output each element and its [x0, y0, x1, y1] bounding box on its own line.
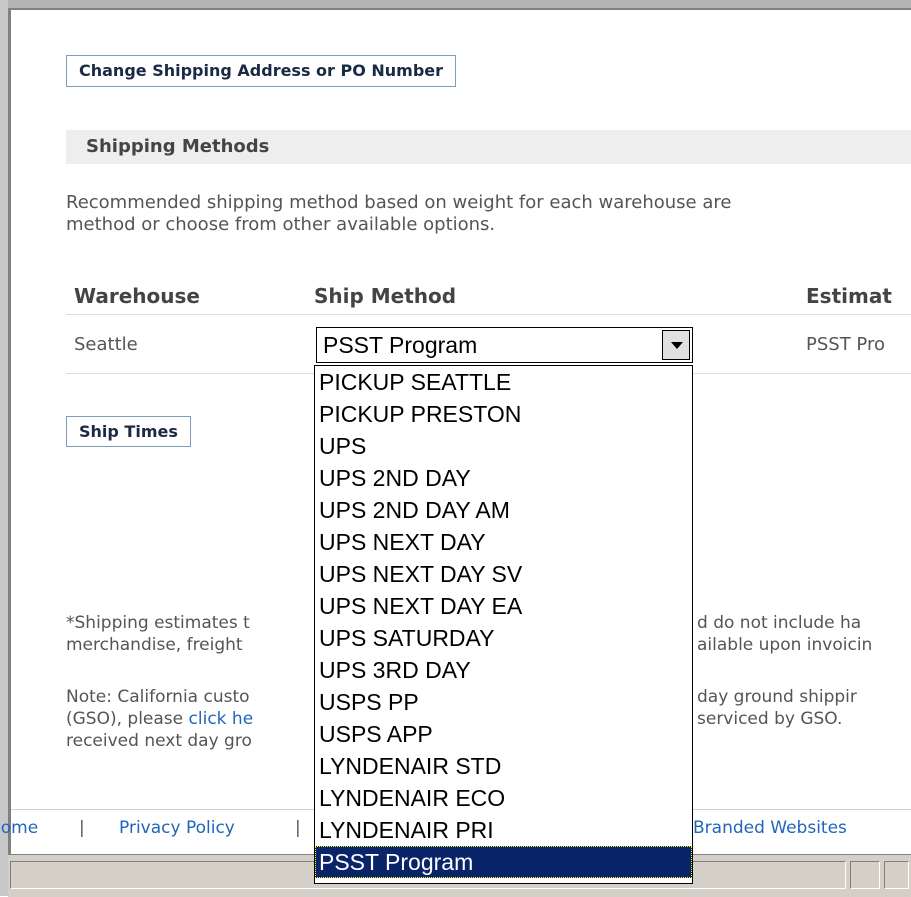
footer-home-link[interactable]: Home: [0, 818, 38, 838]
california-note-line-2: (GSO), please click he: [66, 708, 253, 730]
window-frame-left: [0, 0, 8, 896]
dropdown-option[interactable]: PICKUP SEATTLE: [315, 366, 692, 398]
section-title: Shipping Methods: [86, 136, 270, 157]
separator: |: [295, 818, 301, 838]
column-header-ship-method: Ship Method: [314, 284, 457, 308]
california-note-line-2-right: serviced by GSO.: [697, 709, 843, 729]
dropdown-option[interactable]: PICKUP PRESTON: [315, 398, 692, 430]
description-line-2: method or choose from other available op…: [66, 214, 496, 235]
warehouse-cell: Seattle: [74, 334, 138, 355]
status-pane-small-2: [884, 861, 909, 889]
dropdown-option[interactable]: UPS SATURDAY: [315, 622, 692, 654]
shipping-note-line-2: merchandise, freight: [66, 635, 243, 655]
column-header-warehouse: Warehouse: [74, 284, 200, 308]
home-link-text[interactable]: Home: [0, 818, 38, 838]
footer-privacy-link[interactable]: Privacy Policy: [119, 818, 235, 838]
dropdown-option[interactable]: USPS APP: [315, 718, 692, 750]
california-note-line-1: Note: California custo: [66, 687, 250, 707]
california-note-line-1-right: day ground shippir: [697, 687, 857, 707]
footer-separator-1: |: [79, 818, 85, 838]
footer-branded-websites-link[interactable]: Branded Websites: [693, 818, 847, 838]
section-header: Shipping Methods: [66, 130, 911, 164]
dropdown-option[interactable]: UPS 3RD DAY: [315, 654, 692, 686]
footer-separator-2: |: [295, 818, 301, 838]
ship-method-dropdown-list[interactable]: PICKUP SEATTLE PICKUP PRESTON UPS UPS 2ND D…: [314, 365, 693, 884]
privacy-link-text[interactable]: Privacy Policy: [119, 818, 235, 838]
dropdown-option[interactable]: LYNDENAIR PRI: [315, 814, 692, 846]
shipping-note-line-1: *Shipping estimates t: [66, 613, 250, 633]
california-note-text: (GSO), please: [66, 709, 184, 729]
dropdown-option[interactable]: UPS NEXT DAY: [315, 526, 692, 558]
column-header-estimate: Estimat: [806, 284, 892, 308]
header-divider: [66, 314, 911, 315]
separator: |: [79, 818, 85, 838]
section-description: Recommended shipping method based on wei…: [66, 192, 731, 236]
dropdown-option[interactable]: UPS 2ND DAY AM: [315, 494, 692, 526]
dropdown-option[interactable]: LYNDENAIR STD: [315, 750, 692, 782]
shipping-note-line-2-right: ailable upon invoicin: [697, 635, 873, 655]
dropdown-option[interactable]: UPS NEXT DAY EA: [315, 590, 692, 622]
ship-method-select[interactable]: PSST Program: [316, 327, 693, 363]
window-frame-top-inner: [8, 8, 911, 10]
ship-method-selected-value: PSST Program: [323, 332, 478, 358]
dropdown-option[interactable]: UPS NEXT DAY SV: [315, 558, 692, 590]
california-note-line-3: received next day gro: [66, 731, 252, 751]
dropdown-option[interactable]: UPS: [315, 430, 692, 462]
branded-link-text[interactable]: Branded Websites: [693, 818, 847, 838]
estimate-cell: PSST Pro: [806, 334, 885, 355]
description-line-1: Recommended shipping method based on wei…: [66, 192, 732, 213]
dropdown-option[interactable]: USPS PP: [315, 686, 692, 718]
status-pane-small-1: [850, 861, 880, 889]
window-frame-left-inner: [8, 8, 11, 896]
change-shipping-address-button[interactable]: Change Shipping Address or PO Number: [66, 55, 457, 87]
dropdown-arrow-icon[interactable]: [662, 330, 690, 360]
dropdown-option[interactable]: LYNDENAIR ECO: [315, 782, 692, 814]
dropdown-option[interactable]: PSST Program: [315, 846, 692, 878]
dropdown-option[interactable]: UPS 2ND DAY: [315, 462, 692, 494]
click-here-link[interactable]: click he: [189, 709, 254, 729]
shipping-note-line-1-right: d do not include ha: [697, 613, 862, 633]
ship-times-button[interactable]: Ship Times: [66, 416, 191, 447]
